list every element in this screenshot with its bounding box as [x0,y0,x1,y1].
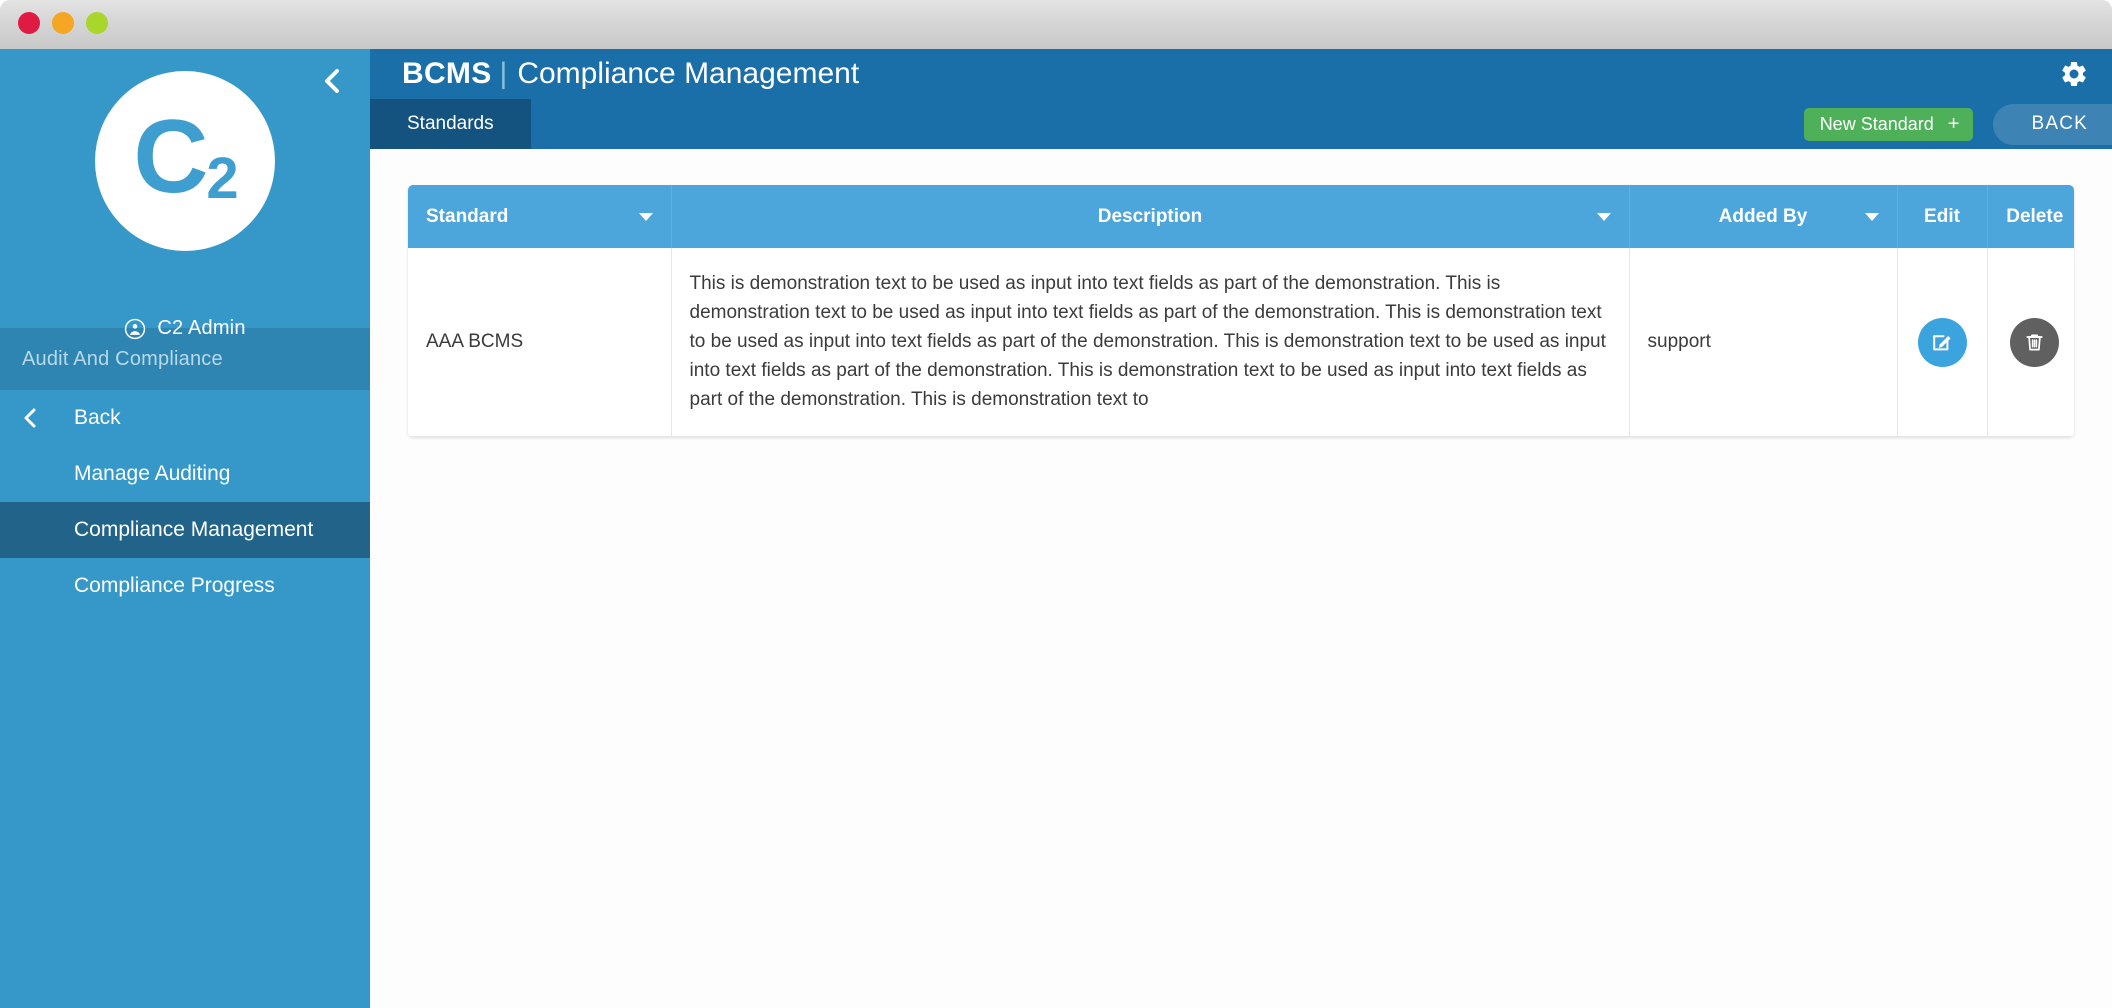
c2-logo: C2 [95,71,275,251]
sub-toolbar: Standards New Standard + BACK [370,99,2112,149]
sidebar-item-label: Compliance Management [74,518,314,541]
close-window-button[interactable] [18,12,40,34]
column-header-standard[interactable]: Standard [408,185,672,248]
trash-icon [2026,334,2043,351]
main-area: BCMS | Compliance Management Standards New… [370,49,2112,1008]
app-header: BCMS | Compliance Management [370,49,2112,99]
page-title: BCMS | Compliance Management [402,57,859,91]
sidebar-item-label: Back [74,406,121,429]
zoom-window-button[interactable] [86,12,108,34]
chevron-left-icon [325,69,339,93]
table-body: AAA BCMS This is demonstration text to b… [408,248,2074,438]
sidebar-user-name: C2 Admin [157,317,246,339]
column-label: Description [1097,205,1203,227]
sidebar-item-label: Compliance Progress [74,574,275,597]
user-circle-icon [125,318,146,339]
column-header-description[interactable]: Description [671,185,1630,248]
chevron-left-icon [24,408,36,428]
sidebar-collapse-button[interactable] [312,61,352,101]
cell-added-by: support [1629,248,1898,438]
column-label: Edit [1924,205,1960,227]
page-title-text: Compliance Management [517,57,860,90]
back-button[interactable]: BACK [1993,103,2112,145]
sidebar-item-manage-auditing[interactable]: Manage Auditing [0,446,370,502]
column-header-added-by[interactable]: Added By [1629,185,1898,248]
sidebar-user[interactable]: C2 Admin [0,317,370,340]
content-area: Standard Description Added By Edit Delet… [370,149,2112,1008]
sort-caret-added-by-icon[interactable] [1864,212,1879,221]
table-row[interactable]: AAA BCMS This is demonstration text to b… [408,248,2074,438]
column-label: Standard [426,205,509,227]
table-header-row: Standard Description Added By Edit Delet… [408,185,2074,248]
window-controls [18,12,108,34]
brand-name: BCMS [402,57,492,90]
window-titlebar [0,0,2112,49]
edit-pencil-square-icon [1933,335,1951,351]
th-inner: Description [690,206,1611,228]
logo-text: C2 [133,105,238,211]
back-chevron-wrap [22,406,50,430]
th-inner: Delete [2006,206,2065,228]
minimize-window-button[interactable] [52,12,74,34]
standards-table-container: Standard Description Added By Edit Delet… [408,185,2074,438]
standards-table: Standard Description Added By Edit Delet… [408,185,2074,438]
sidebar-brand-block: C2 C2 Admin [0,49,370,339]
logo-subscript: 2 [206,146,238,211]
plus-icon: + [1947,113,1960,135]
new-standard-button[interactable]: New Standard + [1803,107,1974,141]
th-inner: Added By [1648,206,1879,228]
sort-caret-standard-icon[interactable] [638,212,653,221]
column-label: Delete [2006,205,2064,227]
title-divider: | [499,57,508,90]
gear-icon [2062,61,2086,86]
column-header-edit: Edit [1897,185,1988,248]
column-label: Added By [1718,205,1808,227]
cell-standard: AAA BCMS [408,248,672,438]
app-window: C2 C2 Admin Audit And Compliance Back Ma… [0,0,2112,1008]
sidebar-item-back[interactable]: Back [0,390,370,446]
edit-row-button[interactable] [1917,317,1967,367]
cell-delete [1987,248,2074,438]
th-inner: Edit [1916,206,1969,228]
sidebar-item-compliance-management[interactable]: Compliance Management [0,502,370,558]
cell-description: This is demonstration text to be used as… [671,248,1630,438]
table-head: Standard Description Added By Edit Delet… [408,185,2074,248]
settings-button[interactable] [2054,54,2094,94]
tab-standards[interactable]: Standards [370,99,531,149]
column-header-delete: Delete [1987,185,2074,248]
sidebar: C2 C2 Admin Audit And Compliance Back Ma… [0,49,370,1008]
sidebar-item-compliance-progress[interactable]: Compliance Progress [0,558,370,614]
logo-letter: C [133,99,208,215]
delete-row-button[interactable] [2010,317,2060,367]
sidebar-item-label: Manage Auditing [74,462,231,485]
th-inner: Standard [426,206,653,228]
new-standard-label: New Standard [1819,113,1934,134]
toolbar-actions: New Standard + BACK [1803,99,2112,149]
sort-caret-description-icon[interactable] [1596,212,1611,221]
cell-edit [1897,248,1988,438]
